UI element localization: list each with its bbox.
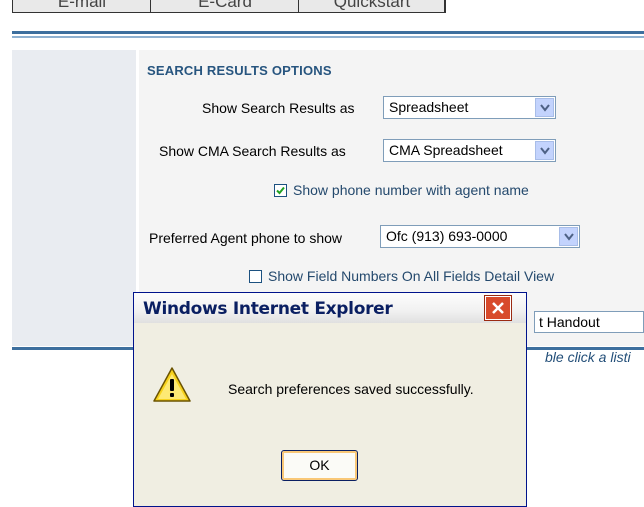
dialog-message: Search preferences saved successfully. [228, 381, 474, 397]
section-title: SEARCH RESULTS OPTIONS [147, 63, 332, 78]
search-results-select[interactable]: Spreadsheet [383, 96, 556, 119]
chevron-down-icon[interactable] [559, 227, 578, 246]
tab-email[interactable]: E-mail [12, 0, 152, 13]
field-numbers-label: Show Field Numbers On All Fields Detail … [268, 268, 555, 284]
tab-ecard[interactable]: E-Card [150, 0, 300, 13]
cma-results-value: CMA Spreadsheet [389, 142, 503, 158]
handout-field[interactable]: t Handout [534, 311, 644, 333]
agent-phone-label: Preferred Agent phone to show [149, 230, 343, 246]
tab-spacer [444, 0, 644, 12]
top-tab-bar: E-mail E-Card Quickstart [0, 0, 644, 14]
agent-phone-select[interactable]: Ofc (913) 693-0000 [380, 225, 580, 248]
dialog-title: Windows Internet Explorer [143, 299, 393, 319]
dialog-titlebar[interactable]: Windows Internet Explorer [134, 293, 526, 323]
close-icon [492, 302, 504, 314]
close-button[interactable] [485, 296, 511, 320]
cma-results-label: Show CMA Search Results as [159, 143, 346, 159]
field-numbers-checkbox[interactable] [249, 270, 262, 283]
phone-with-name-label: Show phone number with agent name [293, 182, 529, 198]
header-divider [12, 31, 644, 34]
left-panel [12, 50, 136, 346]
header-divider-light [12, 36, 644, 38]
ok-button[interactable]: OK [281, 450, 358, 481]
chevron-down-icon[interactable] [535, 141, 554, 160]
agent-phone-value: Ofc (913) 693-0000 [386, 228, 508, 244]
chevron-down-icon[interactable] [535, 98, 554, 117]
tab-quickstart[interactable]: Quickstart [298, 0, 446, 13]
alert-dialog: Windows Internet Explorer Search prefere… [133, 292, 527, 507]
browser-page: E-mail E-Card Quickstart SEARCH RESULTS … [0, 0, 644, 507]
warning-icon [153, 367, 191, 402]
search-results-label: Show Search Results as [202, 100, 355, 116]
phone-with-name-checkbox[interactable] [274, 184, 287, 197]
search-results-value: Spreadsheet [389, 99, 469, 115]
double-click-hint: ble click a listi [545, 349, 631, 365]
cma-results-select[interactable]: CMA Spreadsheet [383, 139, 556, 162]
